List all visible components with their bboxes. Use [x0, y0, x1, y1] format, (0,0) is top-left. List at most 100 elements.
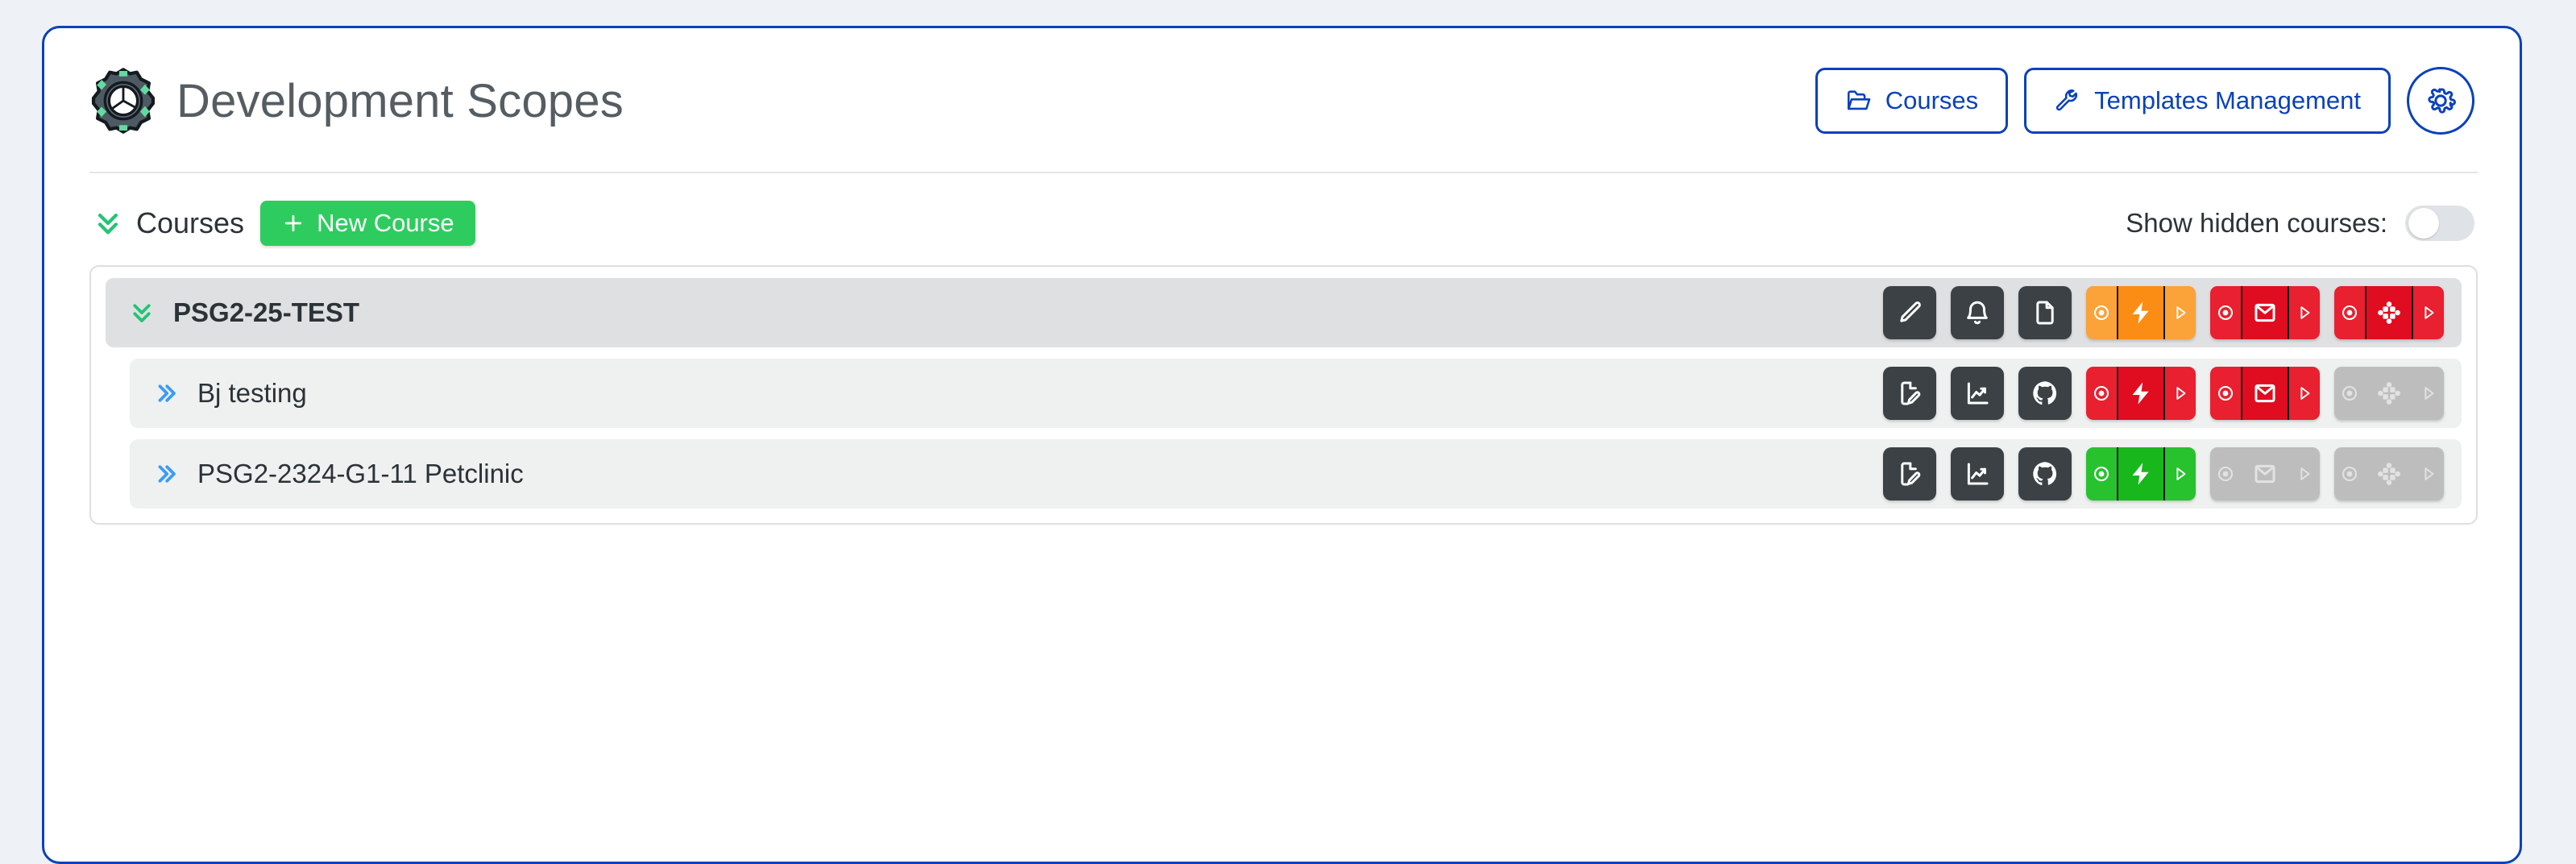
pipeline-button[interactable]: [2117, 367, 2165, 420]
record-icon: [2342, 305, 2358, 321]
record-icon-disabled: [2334, 447, 2365, 501]
chart-line-icon: [1967, 463, 1989, 485]
table-row[interactable]: Bj testing: [130, 359, 2462, 428]
header-actions: Courses Templates Management: [1815, 67, 2474, 135]
mail-group: [2210, 447, 2320, 501]
courses-button[interactable]: Courses: [1815, 68, 2009, 134]
edit-button[interactable]: [1883, 286, 1936, 339]
analytics-button[interactable]: [1951, 367, 2004, 420]
chevron-double-down-icon: [97, 213, 118, 235]
play-button[interactable]: [2289, 286, 2320, 339]
lightning-icon: [2132, 301, 2149, 324]
folder-open-icon: [1847, 90, 1871, 110]
collapse-courses-toggle[interactable]: Courses: [94, 206, 244, 240]
slack-group: [2334, 367, 2444, 420]
github-button[interactable]: [2018, 447, 2072, 501]
settings-button[interactable]: [2407, 67, 2474, 135]
toggle-knob: [2408, 208, 2439, 239]
record-button[interactable]: [2210, 367, 2241, 420]
row-actions: [1883, 367, 2444, 420]
show-hidden-courses-label: Show hidden courses:: [2126, 208, 2387, 238]
play-icon: [2300, 467, 2310, 480]
gear-icon: [2428, 88, 2456, 114]
record-icon: [2217, 385, 2234, 401]
table-row[interactable]: PSG2-2324-G1-11 Petclinic: [130, 439, 2462, 509]
courses-section-label: Courses: [136, 206, 245, 239]
play-button[interactable]: [2289, 367, 2320, 420]
play-icon-disabled: [2413, 367, 2444, 420]
play-button[interactable]: [2413, 286, 2444, 339]
play-icon-disabled: [2413, 447, 2444, 501]
record-icon: [2093, 385, 2109, 401]
pipeline-button[interactable]: [2117, 286, 2165, 339]
row-actions: [1883, 447, 2444, 501]
analytics-button[interactable]: [1951, 447, 2004, 501]
chart-line-icon: [1967, 382, 1989, 405]
slack-icon: [2378, 301, 2400, 324]
file-edit-icon: [1901, 462, 1921, 486]
mail-button[interactable]: [2241, 367, 2289, 420]
templates-management-button-label: Templates Management: [2094, 86, 2361, 114]
play-icon: [2176, 387, 2186, 400]
brand: Development Scopes: [89, 67, 624, 135]
show-hidden-courses-toggle[interactable]: [2405, 206, 2474, 241]
slack-button[interactable]: [2365, 286, 2413, 339]
record-button[interactable]: [2210, 286, 2241, 339]
github-icon: [2033, 462, 2057, 485]
expand-row-toggle[interactable]: [154, 381, 178, 405]
row-actions: [1883, 286, 2444, 339]
play-button[interactable]: [2165, 367, 2196, 420]
templates-management-button[interactable]: Templates Management: [2024, 68, 2391, 134]
slack-icon-disabled: [2365, 367, 2413, 420]
course-title: Bj testing: [197, 378, 307, 408]
slack-icon: [2378, 382, 2400, 405]
record-icon: [2217, 305, 2234, 321]
expand-row-toggle[interactable]: [154, 462, 178, 486]
play-button[interactable]: [2165, 447, 2196, 501]
record-button[interactable]: [2334, 286, 2365, 339]
gear-logo-icon: [91, 68, 156, 134]
edit-document-button[interactable]: [1883, 367, 1936, 420]
pipeline-button[interactable]: [2117, 447, 2165, 501]
notifications-button[interactable]: [1951, 286, 2004, 339]
new-course-button[interactable]: New Course: [260, 201, 475, 246]
play-button[interactable]: [2165, 286, 2196, 339]
record-button[interactable]: [2086, 447, 2117, 501]
wrench-icon: [2056, 89, 2078, 111]
edit-document-button[interactable]: [1883, 447, 1936, 501]
expand-row-toggle[interactable]: [130, 298, 154, 327]
course-list-panel: PSG2-25-TEST Bj testing PSG2-2324-G1-11 …: [89, 265, 2478, 525]
plus-icon: [284, 214, 302, 232]
github-icon: [2033, 381, 2057, 405]
new-course-button-label: New Course: [317, 209, 454, 237]
chevron-double-right-icon: [158, 384, 176, 402]
courses-button-label: Courses: [1885, 86, 1979, 114]
slack-group: [2334, 447, 2444, 501]
play-icon: [2425, 387, 2434, 400]
page-title: Development Scopes: [176, 74, 624, 127]
record-button[interactable]: [2086, 286, 2117, 339]
course-title: PSG2-25-TEST: [173, 297, 360, 327]
slack-group: [2334, 286, 2444, 339]
app-card: Development Scopes Courses Templates Man…: [42, 26, 2522, 864]
record-icon: [2342, 466, 2358, 482]
pipeline-group: [2086, 367, 2196, 420]
file-icon: [2036, 301, 2054, 325]
envelope-icon: [2255, 384, 2275, 403]
record-icon: [2217, 466, 2234, 482]
file-edit-icon: [1901, 381, 1921, 405]
play-icon: [2176, 306, 2186, 319]
github-button[interactable]: [2018, 367, 2072, 420]
document-button[interactable]: [2018, 286, 2072, 339]
table-row[interactable]: PSG2-25-TEST: [106, 278, 2462, 347]
mail-button[interactable]: [2241, 286, 2289, 339]
record-button[interactable]: [2086, 367, 2117, 420]
show-hidden-courses-control: Show hidden courses:: [2126, 206, 2474, 241]
envelope-icon: [2255, 303, 2275, 322]
bell-icon: [1967, 301, 1988, 325]
record-icon: [2093, 305, 2109, 321]
mail-group: [2210, 367, 2320, 420]
envelope-icon: [2255, 464, 2275, 484]
app-header: Development Scopes Courses Templates Man…: [44, 28, 2520, 173]
play-icon-disabled: [2289, 447, 2320, 501]
